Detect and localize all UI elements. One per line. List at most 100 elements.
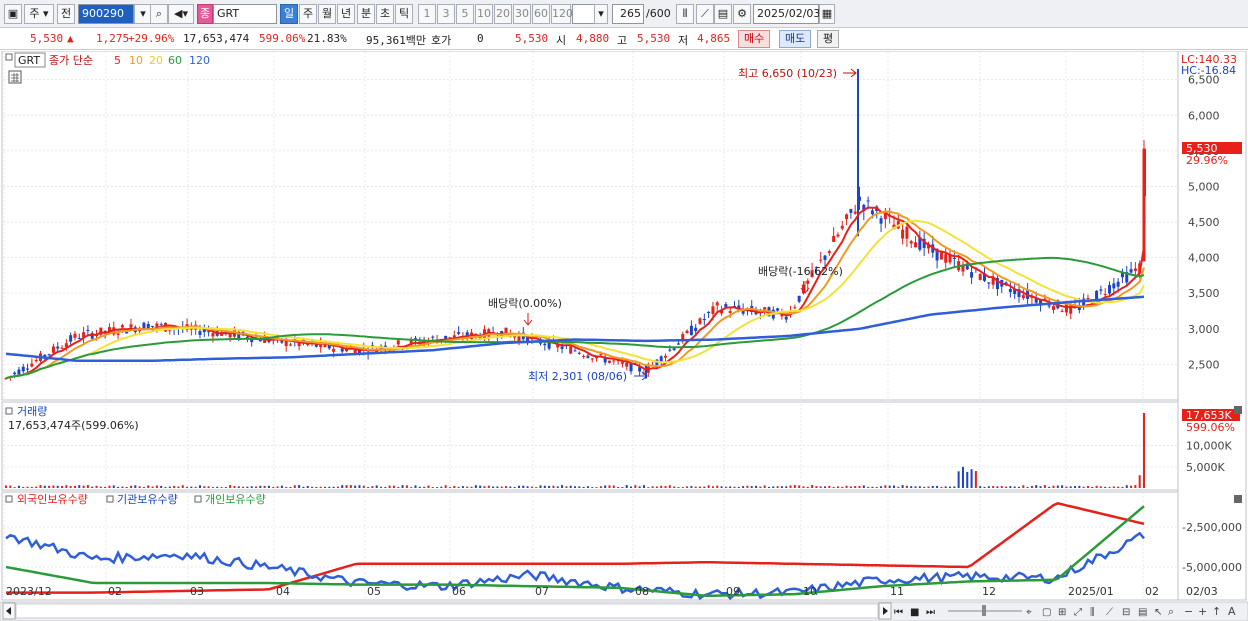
crosshair-tool-icon[interactable]: ⌖	[1026, 607, 1032, 618]
zoom-out-icon[interactable]: −	[1184, 605, 1193, 618]
volume-bar	[69, 485, 72, 488]
interval-30[interactable]: 30	[513, 4, 531, 24]
candle-body	[211, 333, 215, 337]
volume-bar	[746, 485, 749, 488]
window-menu-icon[interactable]: ▣	[4, 4, 22, 24]
tab-second[interactable]: 초	[376, 4, 394, 24]
candle-body	[116, 333, 120, 335]
draw-tool-icon[interactable]: ⟋	[1106, 607, 1113, 618]
volume-bar	[936, 485, 939, 488]
volume-bar	[35, 486, 38, 488]
magnify-icon[interactable]: ⌕	[1168, 605, 1174, 618]
buy-button[interactable]: 매수	[738, 30, 771, 48]
candle-body	[569, 346, 573, 354]
volume-bar	[992, 486, 995, 488]
volume-bar	[983, 486, 986, 488]
tab-week[interactable]: 주	[299, 4, 317, 24]
scroll-track[interactable]	[15, 603, 879, 619]
volume-bar	[776, 486, 779, 488]
date-input[interactable]: 2025/02/03	[753, 4, 820, 24]
tab-day[interactable]: 일	[280, 4, 298, 24]
zoom-slider-handle[interactable]	[982, 605, 986, 616]
print-tool-icon[interactable]: ▤	[1138, 607, 1147, 618]
volume-bar	[789, 485, 792, 488]
scroll-last-icon[interactable]: ⏭	[926, 607, 935, 618]
volume-bar	[574, 486, 576, 488]
volume-bar	[1039, 486, 1042, 488]
interval-120[interactable]: 120	[551, 4, 573, 24]
calendar-icon[interactable]: ▦	[819, 4, 835, 24]
interval-10[interactable]: 10	[475, 4, 493, 24]
stock-code-input[interactable]: 900290	[78, 4, 134, 24]
holdings-panel-close-icon[interactable]	[1234, 495, 1242, 503]
period-main-dropdown[interactable]: 주 ▾	[24, 4, 54, 24]
candle-body	[1103, 294, 1107, 296]
candle-body	[26, 368, 30, 370]
stock-name-field[interactable]: GRT	[213, 4, 277, 24]
text-size-icon[interactable]: A	[1228, 605, 1236, 618]
volume-bar	[272, 486, 275, 488]
interval-1[interactable]: 1	[418, 4, 436, 24]
tab-month[interactable]: 월	[318, 4, 336, 24]
volume-bar	[431, 487, 434, 488]
volume-bar	[733, 486, 736, 488]
scroll-first-icon[interactable]: ⏮	[894, 607, 903, 618]
price-panel[interactable]	[1, 50, 1179, 401]
interval-5[interactable]: 5	[456, 4, 474, 24]
volume-ratio: 599.06%	[259, 32, 306, 45]
interval-60[interactable]: 60	[532, 4, 550, 24]
volume-bar	[181, 485, 184, 488]
scroll-up-icon[interactable]: ↑	[1212, 605, 1221, 618]
interval-20[interactable]: 20	[494, 4, 512, 24]
price-tick-label: 2,500	[1188, 358, 1220, 371]
volume-bar	[125, 487, 128, 488]
volume-bar	[492, 486, 495, 488]
volume-bar	[694, 486, 697, 488]
volume-bar	[901, 485, 904, 488]
split-tool-icon[interactable]: ⫼	[1090, 607, 1095, 618]
grid-tool-icon[interactable]: ⊟	[1122, 607, 1130, 618]
interval-dropdown-icon[interactable]: ▾	[594, 4, 608, 24]
volume-bar	[552, 485, 555, 488]
volume-bar	[724, 486, 727, 488]
x-tick-label: 11	[890, 585, 904, 598]
tab-tick[interactable]: 틱	[395, 4, 413, 24]
volume-bar	[30, 486, 33, 488]
interval-3[interactable]: 3	[437, 4, 455, 24]
volume-bar	[905, 485, 908, 488]
volume-bar	[1138, 475, 1141, 488]
eval-button[interactable]: 평	[817, 30, 840, 48]
volume-panel[interactable]	[1, 401, 1179, 491]
volume-bar	[1043, 485, 1046, 488]
holdings-legend-institution: 기관보유수량	[117, 493, 178, 506]
volume-bar	[479, 485, 482, 488]
save-icon[interactable]: ▤	[714, 4, 732, 24]
volume-bar	[405, 485, 408, 488]
mode-button[interactable]: 전	[57, 4, 75, 24]
gear-icon[interactable]: ⚙	[733, 4, 751, 24]
line-tool-icon[interactable]: ⟋	[696, 4, 714, 24]
volume-bar	[793, 485, 796, 488]
candle-body	[1116, 281, 1120, 287]
volume-bar	[388, 485, 391, 488]
x-tick-label: 02	[108, 585, 122, 598]
candle-body	[905, 226, 909, 239]
layout-tool-icon[interactable]: ▢	[1042, 607, 1051, 618]
price-tick-label: 4,000	[1188, 252, 1220, 265]
volume-bar	[211, 487, 214, 488]
volume-panel-close-icon[interactable]	[1234, 406, 1242, 414]
candle-body	[129, 324, 133, 328]
fit-tool-icon[interactable]: ⤢	[1074, 607, 1082, 618]
tab-year[interactable]: 년	[337, 4, 355, 24]
volume-bar	[9, 485, 12, 488]
search-icon[interactable]: ⌕	[150, 4, 168, 24]
speaker-icon[interactable]: ◀▾	[168, 4, 194, 24]
cursor-tool-icon[interactable]: ↖	[1154, 607, 1162, 618]
scroll-stop-icon[interactable]: ■	[910, 607, 919, 618]
compare-tool-icon[interactable]: ⊞	[1058, 607, 1066, 618]
tab-minute[interactable]: 분	[357, 4, 375, 24]
candle-type-icon[interactable]: ⫴	[676, 4, 694, 24]
zoom-in-icon[interactable]: +	[1198, 605, 1207, 618]
sell-button[interactable]: 매도	[779, 30, 812, 48]
count-input[interactable]: 265	[612, 4, 644, 24]
